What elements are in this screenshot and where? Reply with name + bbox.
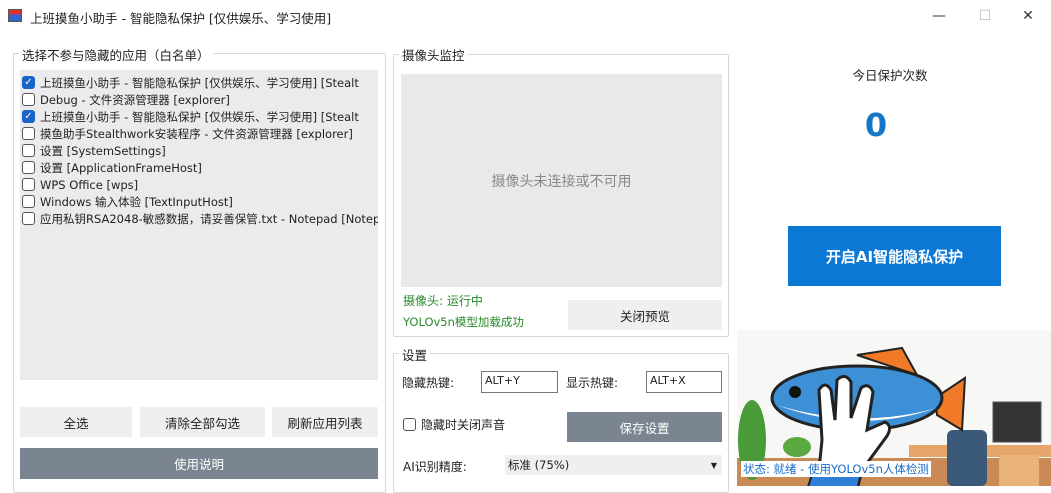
protection-count: 0: [864, 106, 888, 144]
model-status: YOLOv5n模型加载成功: [403, 315, 524, 329]
checkbox-icon[interactable]: [22, 144, 35, 157]
checkbox-icon[interactable]: [22, 212, 35, 225]
checkbox-icon[interactable]: ✓: [22, 110, 35, 123]
mute-checkbox[interactable]: 隐藏时关闭声音: [403, 416, 505, 433]
show-hotkey-label: 显示热键:: [566, 376, 619, 390]
accuracy-select[interactable]: 标准 (75%) ▼: [505, 455, 722, 475]
stats-label: 今日保护次数: [852, 68, 928, 83]
window-title: 上班摸鱼小助手 - 智能隐私保护 [仅供娱乐、学习使用]: [30, 11, 332, 26]
refresh-list-button[interactable]: 刷新应用列表: [272, 407, 378, 437]
accuracy-value: 标准 (75%): [508, 458, 570, 472]
hide-hotkey-label: 隐藏热键:: [402, 376, 455, 390]
checkbox-icon[interactable]: [22, 127, 35, 140]
title-bar: 上班摸鱼小助手 - 智能隐私保护 [仅供娱乐、学习使用] — ☐ ✕: [0, 0, 1051, 31]
select-all-button[interactable]: 全选: [20, 407, 132, 437]
app-list-item-label: 应用私钥RSA2048-敏感数据，请妥善保管.txt - Notepad [No…: [40, 211, 378, 226]
app-list-item[interactable]: Windows 输入体验 [TextInputHost]: [20, 193, 378, 210]
save-settings-button[interactable]: 保存设置: [567, 412, 722, 442]
minimize-button[interactable]: —: [916, 0, 962, 31]
close-button[interactable]: ✕: [1005, 0, 1051, 31]
checkbox-icon[interactable]: [22, 178, 35, 191]
app-list-item[interactable]: ✓ 上班摸鱼小助手 - 智能隐私保护 [仅供娱乐、学习使用] [Stealt: [20, 74, 378, 91]
checkbox-icon[interactable]: [22, 195, 35, 208]
app-list-item-label: 上班摸鱼小助手 - 智能隐私保护 [仅供娱乐、学习使用] [Stealt: [40, 75, 359, 90]
chevron-down-icon: ▼: [710, 460, 717, 470]
app-list-item[interactable]: 设置 [ApplicationFrameHost]: [20, 159, 378, 176]
checkbox-icon[interactable]: ✓: [22, 76, 35, 89]
show-hotkey-input[interactable]: ALT+X: [646, 371, 722, 393]
app-list-item-label: 设置 [SystemSettings]: [40, 143, 166, 158]
close-preview-button[interactable]: 关闭预览: [568, 300, 722, 330]
app-list-item-label: 摸鱼助手Stealthwork安装程序 - 文件资源管理器 [explorer]: [40, 126, 353, 141]
maximize-button[interactable]: ☐: [962, 0, 1008, 31]
app-list[interactable]: ✓ 上班摸鱼小助手 - 智能隐私保护 [仅供娱乐、学习使用] [Stealt Deb…: [20, 70, 378, 380]
start-protection-button[interactable]: 开启AI智能隐私保护: [788, 226, 1001, 286]
whitelist-label: 选择不参与隐藏的应用（白名单）: [19, 45, 213, 64]
app-list-item[interactable]: 应用私钥RSA2048-敏感数据，请妥善保管.txt - Notepad [No…: [20, 210, 378, 227]
app-list-item[interactable]: WPS Office [wps]: [20, 176, 378, 193]
accuracy-label: AI识别精度:: [403, 460, 467, 474]
checkbox-icon: [403, 418, 416, 431]
app-list-item-label: Debug - 文件资源管理器 [explorer]: [40, 92, 230, 107]
app-list-item-label: 设置 [ApplicationFrameHost]: [40, 160, 202, 175]
app-list-item[interactable]: 摸鱼助手Stealthwork安装程序 - 文件资源管理器 [explorer]: [20, 125, 378, 142]
status-label: 状态: 就绪 - 使用YOLOv5n人体检测: [741, 461, 931, 477]
app-list-item[interactable]: Debug - 文件资源管理器 [explorer]: [20, 91, 378, 108]
help-button[interactable]: 使用说明: [20, 448, 378, 479]
hide-hotkey-input[interactable]: ALT+Y: [481, 371, 558, 393]
clear-all-button[interactable]: 清除全部勾选: [140, 407, 265, 437]
camera-status: 摄像头: 运行中: [403, 294, 483, 308]
mute-label: 隐藏时关闭声音: [421, 418, 506, 432]
app-list-item[interactable]: 设置 [SystemSettings]: [20, 142, 378, 159]
checkbox-icon[interactable]: [22, 93, 35, 106]
settings-label: 设置: [399, 345, 431, 364]
app-list-item-label: 上班摸鱼小助手 - 智能隐私保护 [仅供娱乐、学习使用] [Stealt: [40, 109, 359, 124]
app-list-item-label: WPS Office [wps]: [40, 177, 139, 192]
app-list-item[interactable]: ✓ 上班摸鱼小助手 - 智能隐私保护 [仅供娱乐、学习使用] [Stealt: [20, 108, 378, 125]
camera-label: 摄像头监控: [399, 45, 468, 64]
camera-placeholder: 摄像头未连接或不可用: [491, 173, 632, 190]
app-list-item-label: Windows 输入体验 [TextInputHost]: [40, 194, 233, 209]
app-icon: [8, 9, 22, 22]
camera-preview: 摄像头未连接或不可用: [401, 74, 722, 287]
checkbox-icon[interactable]: [22, 161, 35, 174]
